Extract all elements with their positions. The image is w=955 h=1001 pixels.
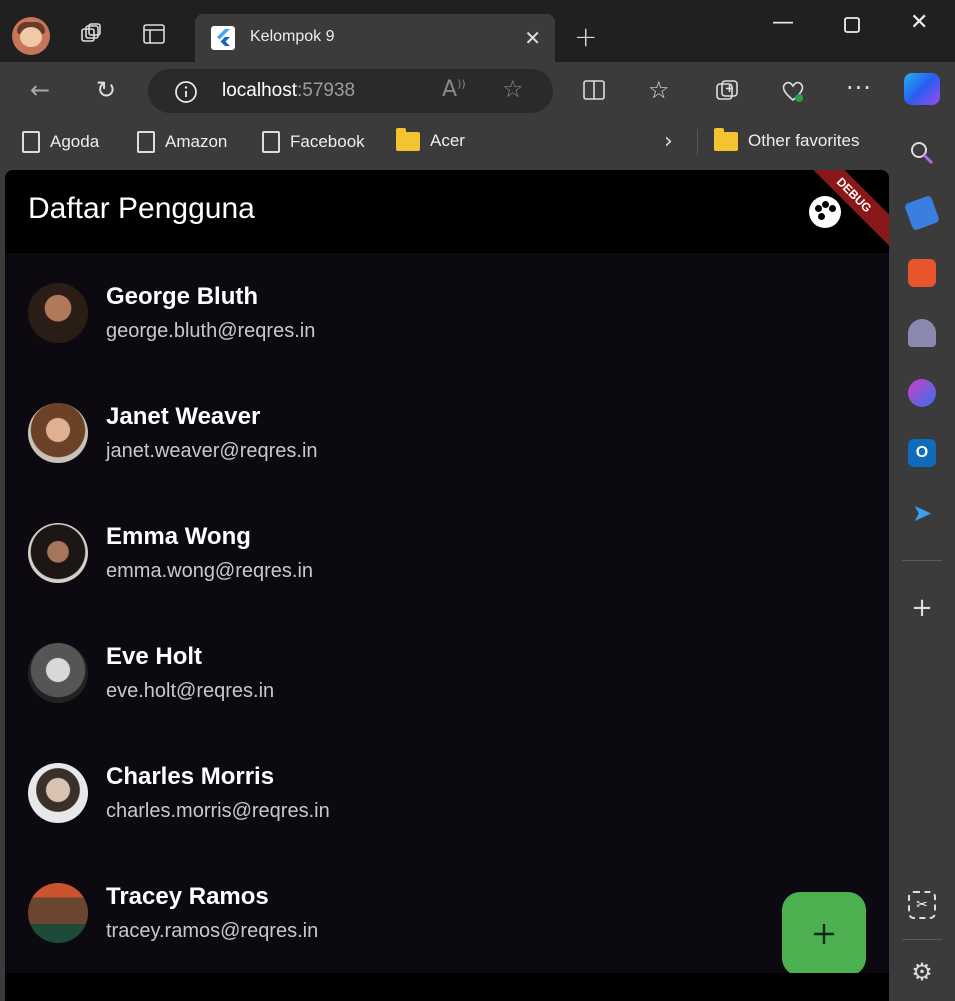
bookmark-label: Acer xyxy=(430,131,465,150)
user-email: tracey.ramos@reqres.in xyxy=(106,920,319,942)
edge-sidebar: O ➤ + ✂ ⚙ xyxy=(889,117,955,1001)
bookmark-acer[interactable]: Acer xyxy=(396,127,465,151)
settings-gear-icon[interactable]: ⚙ xyxy=(908,958,936,986)
list-item[interactable]: George Bluth george.bluth@reqres.in xyxy=(5,253,889,373)
address-bar[interactable]: localhost:57938 A)) ☆ xyxy=(148,69,553,113)
chevron-right-icon[interactable]: › xyxy=(664,129,673,154)
page-title: Daftar Pengguna xyxy=(28,192,255,225)
sidebar-divider xyxy=(902,939,942,940)
profile-avatar[interactable] xyxy=(12,17,50,55)
avatar xyxy=(28,403,88,463)
list-item[interactable]: Eve Holt eve.holt@reqres.in xyxy=(5,613,889,733)
tab-active[interactable]: Kelompok 9 ✕ xyxy=(195,14,555,62)
url-host: localhost xyxy=(222,80,297,101)
user-email: george.bluth@reqres.in xyxy=(106,320,316,342)
read-aloud-icon[interactable]: A)) xyxy=(442,77,466,102)
bookmark-label: Agoda xyxy=(50,132,100,151)
avatar xyxy=(28,883,88,943)
bookmark-label: Amazon xyxy=(165,132,228,151)
outlook-icon[interactable]: O xyxy=(908,439,936,467)
screenshot-icon[interactable]: ✂ xyxy=(908,891,936,919)
bottom-bar xyxy=(5,973,889,1001)
user-name: Janet Weaver xyxy=(106,403,261,430)
favorite-star-icon[interactable]: ☆ xyxy=(502,75,524,103)
user-email: eve.holt@reqres.in xyxy=(106,680,275,702)
flutter-app: Daftar Pengguna DEBUG George Bluth georg… xyxy=(5,170,889,1001)
copilot-icon[interactable] xyxy=(904,73,940,105)
refresh-button[interactable]: ↻ xyxy=(92,76,120,104)
favorites-bar: Agoda Amazon Facebook Acer › Other favor… xyxy=(0,117,955,169)
add-icon[interactable]: + xyxy=(908,593,936,623)
avatar xyxy=(28,523,88,583)
tab-close-icon[interactable]: ✕ xyxy=(524,26,541,50)
copilot-sidebar-icon[interactable] xyxy=(908,379,936,407)
close-window-button[interactable]: ✕ xyxy=(910,10,928,35)
more-menu-icon[interactable]: ··· xyxy=(846,74,872,102)
browser-titlebar: Kelompok 9 ✕ + — ✕ xyxy=(0,0,955,62)
bookmark-amazon[interactable]: Amazon xyxy=(137,131,227,153)
maximize-button[interactable] xyxy=(844,17,860,33)
user-name: George Bluth xyxy=(106,283,259,310)
list-item[interactable]: Charles Morris charles.morris@reqres.in xyxy=(5,733,889,853)
user-email: janet.weaver@reqres.in xyxy=(106,440,318,462)
search-icon[interactable] xyxy=(908,139,936,167)
shopping-tag-icon[interactable] xyxy=(904,195,940,231)
avatar xyxy=(28,283,88,343)
address-toolbar: ← ↻ localhost:57938 A)) ☆ ☆ ··· xyxy=(0,62,955,117)
page-icon xyxy=(262,131,280,153)
avatar xyxy=(28,763,88,823)
other-favorites[interactable]: Other favorites xyxy=(714,127,860,151)
send-icon[interactable]: ➤ xyxy=(908,499,936,527)
split-screen-icon[interactable] xyxy=(582,78,606,102)
list-item[interactable]: Emma Wong emma.wong@reqres.in xyxy=(5,493,889,613)
user-email: charles.morris@reqres.in xyxy=(106,800,330,822)
palette-icon[interactable] xyxy=(809,196,841,228)
add-user-button[interactable] xyxy=(782,892,866,976)
page-icon xyxy=(22,131,40,153)
tab-title: Kelompok 9 xyxy=(250,28,335,45)
list-item[interactable]: Janet Weaver janet.weaver@reqres.in xyxy=(5,373,889,493)
user-name: Charles Morris xyxy=(106,763,275,790)
url-port: :57938 xyxy=(297,80,356,101)
games-icon[interactable] xyxy=(908,319,936,347)
new-tab-button[interactable]: + xyxy=(574,20,597,53)
tools-icon[interactable] xyxy=(908,259,936,287)
user-name: Tracey Ramos xyxy=(106,883,269,910)
back-button[interactable]: ← xyxy=(26,76,54,104)
collections-icon[interactable] xyxy=(714,78,740,104)
url-text: localhost:57938 xyxy=(222,80,355,102)
page-icon xyxy=(137,131,155,153)
browser-essentials-icon[interactable] xyxy=(780,78,806,104)
folder-icon xyxy=(714,127,738,151)
minimize-button[interactable]: — xyxy=(772,10,794,35)
workspaces-icon[interactable] xyxy=(79,22,103,46)
user-name: Eve Holt xyxy=(106,643,203,670)
folder-icon xyxy=(396,127,420,151)
bookmark-label: Facebook xyxy=(290,132,365,151)
favorites-icon[interactable]: ☆ xyxy=(648,76,670,104)
plus-icon xyxy=(814,924,834,944)
other-favorites-label: Other favorites xyxy=(748,131,860,150)
divider xyxy=(697,129,698,155)
app-bar: Daftar Pengguna DEBUG xyxy=(5,170,889,253)
bookmark-agoda[interactable]: Agoda xyxy=(22,131,99,153)
info-icon[interactable] xyxy=(174,80,198,104)
flutter-icon xyxy=(211,26,235,50)
user-email: emma.wong@reqres.in xyxy=(106,560,314,582)
bookmark-facebook[interactable]: Facebook xyxy=(262,131,365,153)
user-name: Emma Wong xyxy=(106,523,251,550)
tab-actions-icon[interactable] xyxy=(142,22,166,46)
sidebar-divider xyxy=(902,560,942,561)
avatar xyxy=(28,643,88,703)
list-item[interactable]: Tracey Ramos tracey.ramos@reqres.in xyxy=(5,853,889,973)
